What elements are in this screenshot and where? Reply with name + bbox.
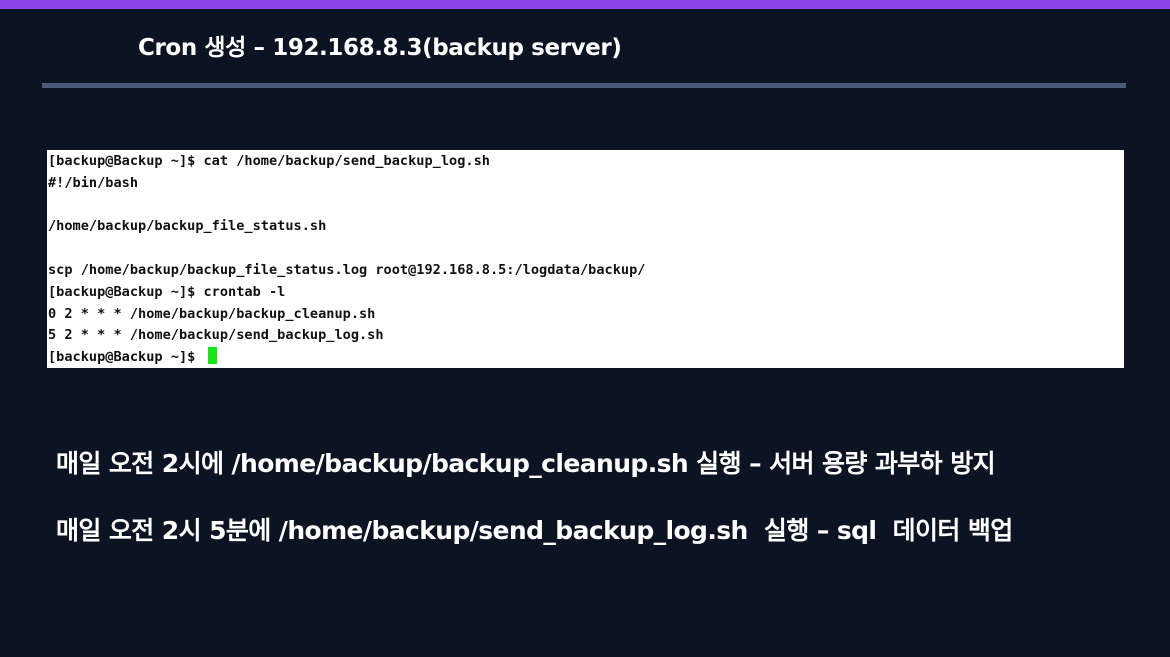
- terminal-line: /home/backup/backup_file_status.sh: [48, 218, 327, 235]
- top-accent-bar: [0, 0, 1170, 9]
- terminal-prompt-line: [backup@Backup ~]$: [48, 347, 1124, 368]
- terminal-screenshot: [backup@Backup ~]$ cat /home/backup/send…: [47, 150, 1124, 368]
- terminal-line: #!/bin/bash: [48, 174, 139, 191]
- terminal-line: [backup@Backup ~]$ cat /home/backup/send…: [48, 153, 490, 169]
- terminal-prompt: [backup@Backup ~]$: [48, 349, 204, 366]
- description-cleanup: 매일 오전 2시에 /home/backup/backup_cleanup.sh…: [56, 449, 996, 478]
- terminal-cursor: [207, 347, 217, 365]
- terminal-line: scp /home/backup/backup_file_status.log …: [48, 261, 646, 278]
- terminal-line: 5 2 * * * /home/backup/send_backup_log.s…: [48, 327, 384, 344]
- slide-title: Cron 생성 – 192.168.8.3(backup server): [138, 35, 622, 61]
- terminal-line: 0 2 * * * /home/backup/backup_cleanup.sh: [48, 305, 376, 322]
- terminal-line: [backup@Backup ~]$ crontab -l: [48, 283, 286, 300]
- title-divider: [42, 83, 1126, 88]
- description-log-backup: 매일 오전 2시 5분에 /home/backup/send_backup_lo…: [56, 516, 1013, 545]
